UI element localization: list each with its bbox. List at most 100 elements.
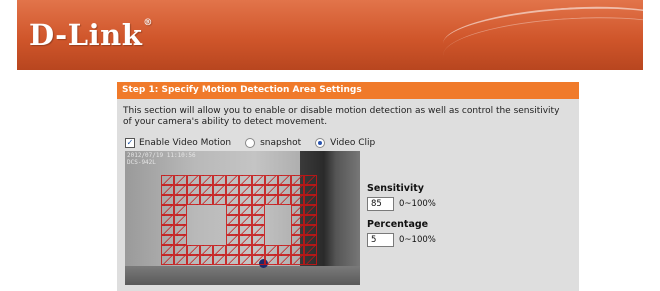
grid-cell[interactable] — [174, 175, 187, 185]
grid-cell[interactable] — [304, 205, 317, 215]
grid-cell[interactable] — [200, 205, 213, 215]
grid-cell[interactable] — [226, 195, 239, 205]
grid-cell[interactable] — [213, 185, 226, 195]
grid-cell[interactable] — [187, 245, 200, 255]
grid-cell[interactable] — [265, 185, 278, 195]
grid-cell[interactable] — [226, 205, 239, 215]
grid-cell[interactable] — [161, 185, 174, 195]
grid-cell[interactable] — [291, 225, 304, 235]
grid-cell[interactable] — [200, 175, 213, 185]
grid-cell[interactable] — [265, 175, 278, 185]
grid-cell[interactable] — [239, 255, 252, 265]
grid-cell[interactable] — [252, 225, 265, 235]
grid-cell[interactable] — [304, 245, 317, 255]
grid-cell[interactable] — [265, 215, 278, 225]
video-clip-radio[interactable] — [315, 138, 326, 148]
percentage-input[interactable]: 5 — [367, 233, 394, 247]
grid-cell[interactable] — [213, 245, 226, 255]
grid-cell[interactable] — [187, 205, 200, 215]
grid-cell[interactable] — [278, 215, 291, 225]
grid-cell[interactable] — [161, 245, 174, 255]
grid-cell[interactable] — [304, 235, 317, 245]
camera-preview[interactable]: 2012/07/19 11:10:56 DCS-942L — [125, 151, 360, 285]
grid-cell[interactable] — [174, 215, 187, 225]
grid-cell[interactable] — [291, 215, 304, 225]
grid-cell[interactable] — [304, 175, 317, 185]
grid-cell[interactable] — [187, 235, 200, 245]
grid-cell[interactable] — [278, 245, 291, 255]
grid-cell[interactable] — [226, 245, 239, 255]
grid-cell[interactable] — [187, 185, 200, 195]
grid-cell[interactable] — [278, 225, 291, 235]
grid-cell[interactable] — [187, 255, 200, 265]
grid-cell[interactable] — [226, 235, 239, 245]
grid-cell[interactable] — [174, 255, 187, 265]
sensitivity-input[interactable]: 85 — [367, 197, 394, 211]
grid-cell[interactable] — [213, 205, 226, 215]
grid-cell[interactable] — [174, 235, 187, 245]
grid-cell[interactable] — [200, 195, 213, 205]
grid-cell[interactable] — [161, 205, 174, 215]
grid-cell[interactable] — [291, 185, 304, 195]
grid-cell[interactable] — [200, 255, 213, 265]
grid-cell[interactable] — [213, 215, 226, 225]
snapshot-radio[interactable] — [245, 138, 256, 148]
grid-cell[interactable] — [304, 195, 317, 205]
grid-cell[interactable] — [265, 235, 278, 245]
grid-cell[interactable] — [291, 205, 304, 215]
grid-cell[interactable] — [252, 175, 265, 185]
grid-cell[interactable] — [174, 195, 187, 205]
grid-cell[interactable] — [213, 195, 226, 205]
grid-cell[interactable] — [252, 235, 265, 245]
grid-cell[interactable] — [304, 185, 317, 195]
grid-cell[interactable] — [265, 205, 278, 215]
grid-cell[interactable] — [174, 225, 187, 235]
grid-cell[interactable] — [174, 205, 187, 215]
grid-cell[interactable] — [278, 205, 291, 215]
grid-cell[interactable] — [161, 195, 174, 205]
grid-cell[interactable] — [265, 245, 278, 255]
grid-cell[interactable] — [304, 225, 317, 235]
grid-cell[interactable] — [174, 185, 187, 195]
grid-cell[interactable] — [291, 235, 304, 245]
grid-cell[interactable] — [291, 175, 304, 185]
enable-video-motion-checkbox[interactable]: ✓ — [125, 138, 135, 148]
grid-cell[interactable] — [161, 215, 174, 225]
grid-cell[interactable] — [226, 175, 239, 185]
grid-cell[interactable] — [200, 245, 213, 255]
grid-cell[interactable] — [278, 235, 291, 245]
grid-cell[interactable] — [239, 235, 252, 245]
grid-cell[interactable] — [252, 215, 265, 225]
detection-grid[interactable] — [161, 175, 317, 265]
grid-cell[interactable] — [265, 225, 278, 235]
grid-cell[interactable] — [239, 215, 252, 225]
grid-cell[interactable] — [265, 255, 278, 265]
grid-cell[interactable] — [239, 195, 252, 205]
grid-cell[interactable] — [239, 185, 252, 195]
grid-cell[interactable] — [278, 185, 291, 195]
grid-cell[interactable] — [161, 235, 174, 245]
grid-cell[interactable] — [200, 215, 213, 225]
grid-cell[interactable] — [226, 185, 239, 195]
grid-cell[interactable] — [161, 225, 174, 235]
grid-cell[interactable] — [213, 175, 226, 185]
grid-cell[interactable] — [239, 225, 252, 235]
grid-cell[interactable] — [187, 215, 200, 225]
grid-cell[interactable] — [252, 195, 265, 205]
grid-cell[interactable] — [226, 215, 239, 225]
grid-cell[interactable] — [252, 185, 265, 195]
grid-cell[interactable] — [200, 185, 213, 195]
grid-cell[interactable] — [252, 255, 265, 265]
grid-cell[interactable] — [187, 175, 200, 185]
grid-cell[interactable] — [226, 225, 239, 235]
grid-cell[interactable] — [161, 255, 174, 265]
grid-cell[interactable] — [213, 235, 226, 245]
grid-cell[interactable] — [239, 205, 252, 215]
grid-cell[interactable] — [252, 245, 265, 255]
grid-cell[interactable] — [161, 175, 174, 185]
grid-cell[interactable] — [291, 195, 304, 205]
grid-cell[interactable] — [278, 195, 291, 205]
grid-cell[interactable] — [213, 255, 226, 265]
grid-cell[interactable] — [304, 215, 317, 225]
grid-cell[interactable] — [265, 195, 278, 205]
